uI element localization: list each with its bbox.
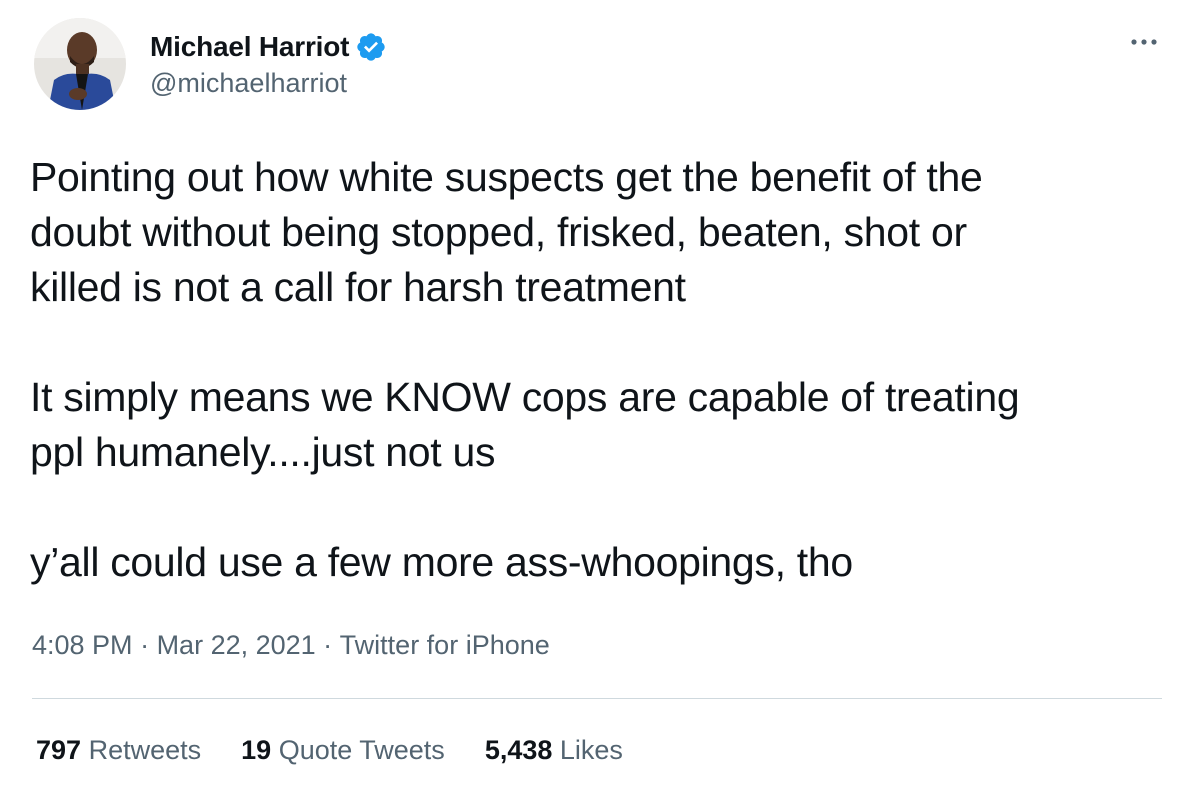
tweet: Michael Harriot @michaelharriot Pointing… bbox=[0, 0, 1188, 802]
tweet-meta: 4:08 PM · Mar 22, 2021 · Twitter for iPh… bbox=[32, 630, 550, 661]
verified-badge-icon bbox=[355, 31, 387, 63]
quote-tweets-count: 19 bbox=[241, 735, 272, 765]
tweet-source[interactable]: Twitter for iPhone bbox=[340, 630, 550, 661]
tweet-time[interactable]: 4:08 PM bbox=[32, 630, 133, 661]
retweets-stat[interactable]: 797 Retweets bbox=[36, 735, 201, 766]
likes-count: 5,438 bbox=[484, 735, 553, 765]
tweet-paragraph-3: y’all could use a few more ass-whoopings… bbox=[30, 539, 853, 585]
retweets-count: 797 bbox=[36, 735, 82, 765]
author-name-row: Michael Harriot bbox=[150, 27, 387, 67]
tweet-paragraph-1: Pointing out how white suspects get the … bbox=[30, 154, 983, 310]
tweet-date[interactable]: Mar 22, 2021 bbox=[157, 630, 316, 661]
quote-tweets-stat[interactable]: 19 Quote Tweets bbox=[241, 735, 445, 766]
more-dots-icon[interactable] bbox=[1124, 22, 1164, 62]
tweet-paragraph-2: It simply means we KNOW cops are capable… bbox=[30, 374, 1020, 475]
display-name[interactable]: Michael Harriot bbox=[150, 31, 349, 63]
meta-separator-2: · bbox=[315, 630, 340, 660]
quote-tweets-label: Quote Tweets bbox=[278, 735, 445, 765]
engagement-stats: 797 Retweets 19 Quote Tweets 5,438 Likes bbox=[36, 735, 623, 766]
avatar[interactable] bbox=[34, 18, 126, 110]
meta-separator: · bbox=[132, 630, 157, 660]
likes-stat[interactable]: 5,438 Likes bbox=[485, 735, 623, 766]
retweets-label: Retweets bbox=[88, 735, 202, 765]
likes-label: Likes bbox=[559, 735, 623, 765]
divider bbox=[32, 698, 1162, 699]
tweet-text: Pointing out how white suspects get the … bbox=[30, 150, 1160, 590]
author-handle[interactable]: @michaelharriot bbox=[150, 68, 347, 99]
